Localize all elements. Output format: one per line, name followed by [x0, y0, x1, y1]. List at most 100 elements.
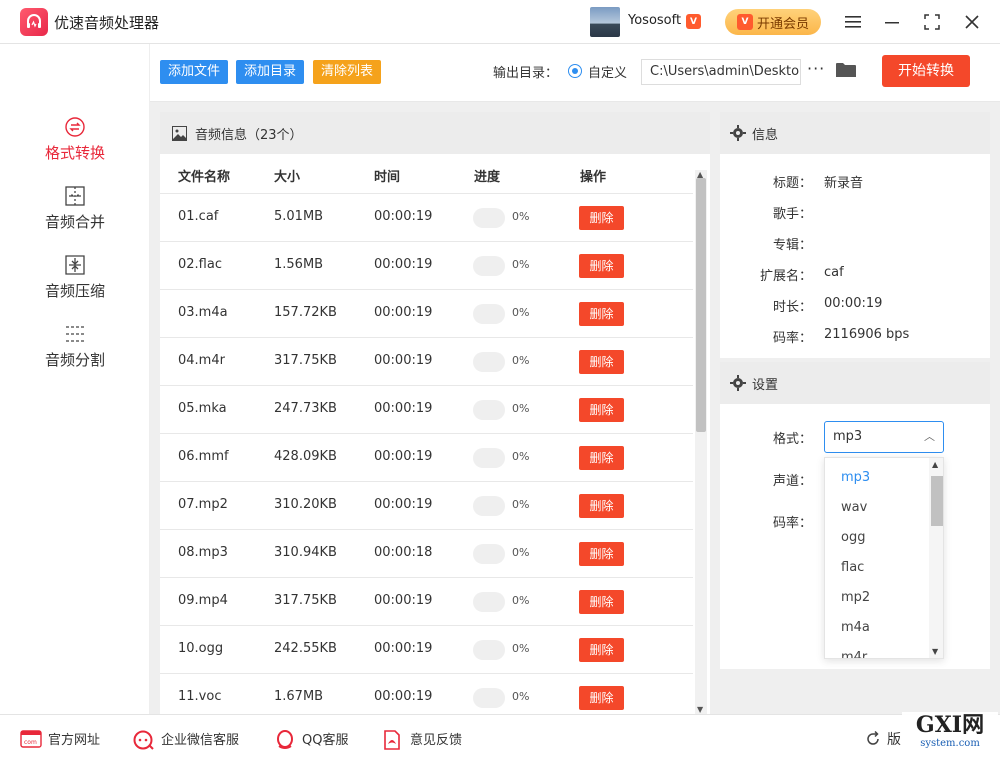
format-option[interactable]: mp2: [841, 590, 870, 605]
file-list-scrollbar[interactable]: ▲ ▼: [695, 170, 707, 714]
table-row[interactable]: 08.mp3 310.94KB 00:00:18 0% 删除: [160, 530, 693, 578]
table-row[interactable]: 07.mp2 310.20KB 00:00:19 0% 删除: [160, 482, 693, 530]
dropdown-scrollbar[interactable]: ▲ ▼: [929, 458, 943, 658]
toolbar: 添加文件 添加目录 清除列表 输出目录： 自定义 C:\Users\admin\…: [150, 44, 1000, 102]
format-option[interactable]: m4a: [841, 620, 870, 635]
custom-dir-label[interactable]: 自定义: [588, 62, 627, 81]
info-value: 2116906 bps: [824, 327, 910, 342]
sidebar-item-format-convert[interactable]: 格式转换: [0, 116, 150, 163]
file-duration: 00:00:18: [374, 545, 433, 560]
watermark-line1: GXI网: [915, 712, 985, 738]
table-row[interactable]: 03.m4a 157.72KB 00:00:19 0% 删除: [160, 290, 693, 338]
file-duration: 00:00:19: [374, 257, 433, 272]
settings-header: 设置: [720, 362, 990, 404]
custom-dir-radio[interactable]: [568, 64, 582, 78]
user-avatar[interactable]: [590, 7, 620, 37]
delete-button[interactable]: 删除: [579, 254, 624, 278]
format-select[interactable]: mp3 ︿: [824, 421, 944, 453]
delete-button[interactable]: 删除: [579, 494, 624, 518]
start-convert-button[interactable]: 开始转换: [882, 55, 970, 87]
format-option[interactable]: m4r: [841, 650, 867, 658]
table-row[interactable]: 06.mmf 428.09KB 00:00:19 0% 删除: [160, 434, 693, 482]
qq-service-link[interactable]: QQ客服: [274, 729, 349, 749]
wechat-icon: [133, 730, 155, 750]
add-file-button[interactable]: 添加文件: [160, 60, 229, 84]
scroll-down-icon[interactable]: ▼: [932, 647, 938, 656]
table-row[interactable]: 01.caf 5.01MB 00:00:19 0% 删除: [160, 194, 693, 242]
table-row[interactable]: 02.flac 1.56MB 00:00:19 0% 删除: [160, 242, 693, 290]
official-site-link[interactable]: com 官方网址: [20, 729, 100, 748]
delete-button[interactable]: 删除: [579, 350, 624, 374]
info-key: 标题：: [772, 176, 812, 191]
feedback-link[interactable]: 意见反馈: [382, 729, 462, 750]
app-title: 优速音频处理器: [54, 14, 160, 32]
file-duration: 00:00:19: [374, 641, 433, 656]
clear-list-button[interactable]: 清除列表: [313, 60, 382, 84]
username[interactable]: Yososoft: [628, 13, 681, 28]
add-directory-button[interactable]: 添加目录: [236, 60, 305, 84]
table-row[interactable]: 09.mp4 317.75KB 00:00:19 0% 删除: [160, 578, 693, 626]
file-size: 428.09KB: [274, 449, 337, 464]
progress-text: 0%: [512, 402, 530, 415]
scrollbar-thumb[interactable]: [931, 476, 943, 526]
delete-button[interactable]: 删除: [579, 686, 624, 710]
delete-button[interactable]: 删除: [579, 590, 624, 614]
minimize-icon[interactable]: [880, 10, 904, 34]
file-size: 247.73KB: [274, 401, 337, 416]
version-info[interactable]: 版: [865, 729, 901, 749]
column-header: 进度: [474, 170, 501, 185]
table-row[interactable]: 10.ogg 242.55KB 00:00:19 0% 删除: [160, 626, 693, 674]
info-panel: 信息 标题： 新录音 歌手： 专辑： 扩展名： caf 时长： 00:00:19 码率： 2116…: [720, 112, 990, 358]
scroll-up-icon[interactable]: ▲: [932, 460, 938, 469]
progress-text: 0%: [512, 354, 530, 367]
chevron-up-icon: ︿: [924, 430, 935, 443]
format-option[interactable]: mp3: [841, 470, 870, 485]
file-duration: 00:00:19: [374, 593, 433, 608]
file-size: 317.75KB: [274, 593, 337, 608]
table-row[interactable]: 04.m4r 317.75KB 00:00:19 0% 删除: [160, 338, 693, 386]
sidebar-item-split[interactable]: 音频分割: [0, 323, 150, 370]
progress-bar: [473, 496, 505, 516]
scroll-down-icon[interactable]: ▼: [697, 705, 703, 714]
qq-service-label: QQ客服: [302, 733, 349, 748]
format-convert-icon: [64, 116, 86, 138]
format-option[interactable]: wav: [841, 500, 867, 515]
delete-button[interactable]: 删除: [579, 398, 624, 422]
sidebar-item-compress[interactable]: 音频压缩: [0, 254, 150, 301]
menu-icon[interactable]: [841, 10, 865, 34]
file-name: 08.mp3: [178, 545, 228, 560]
file-list-title: 音频信息（23个）: [195, 127, 303, 143]
info-title: 信息: [752, 127, 779, 143]
wechat-service-link[interactable]: 企业微信客服: [133, 729, 239, 750]
file-list-panel: 音频信息（23个） 文件名称 大小 时间 进度 操作 01.caf 5.01MB 0…: [160, 112, 710, 714]
open-folder-icon[interactable]: [836, 62, 856, 78]
delete-button[interactable]: 删除: [579, 206, 624, 230]
delete-button[interactable]: 删除: [579, 302, 624, 326]
delete-button[interactable]: 删除: [579, 446, 624, 470]
file-name: 01.caf: [178, 209, 219, 224]
progress-bar: [473, 256, 505, 276]
progress-bar: [473, 592, 505, 612]
app-logo-icon: [20, 8, 48, 36]
file-size: 1.67MB: [274, 689, 324, 704]
gear-icon: [730, 375, 746, 391]
close-icon[interactable]: [960, 10, 984, 34]
delete-button[interactable]: 删除: [579, 542, 624, 566]
sidebar-item-merge[interactable]: 音频合并: [0, 185, 150, 232]
format-label: 格式：: [772, 432, 812, 447]
table-row[interactable]: 11.voc 1.67MB 00:00:19 0% 删除: [160, 674, 693, 714]
format-option[interactable]: ogg: [841, 530, 865, 545]
delete-button[interactable]: 删除: [579, 638, 624, 662]
scrollbar-thumb[interactable]: [696, 178, 706, 432]
file-name: 03.m4a: [178, 305, 228, 320]
open-vip-button[interactable]: V 开通会员: [725, 9, 821, 35]
browse-more-button[interactable]: ···: [807, 59, 825, 78]
output-path-input[interactable]: C:\Users\admin\Deskto: [641, 59, 801, 85]
column-header: 文件名称: [178, 170, 231, 185]
table-row[interactable]: 05.mka 247.73KB 00:00:19 0% 删除: [160, 386, 693, 434]
file-duration: 00:00:19: [374, 353, 433, 368]
progress-bar: [473, 544, 505, 564]
format-option[interactable]: flac: [841, 560, 864, 575]
vip-icon: V: [736, 14, 753, 30]
maximize-icon[interactable]: [920, 10, 944, 34]
